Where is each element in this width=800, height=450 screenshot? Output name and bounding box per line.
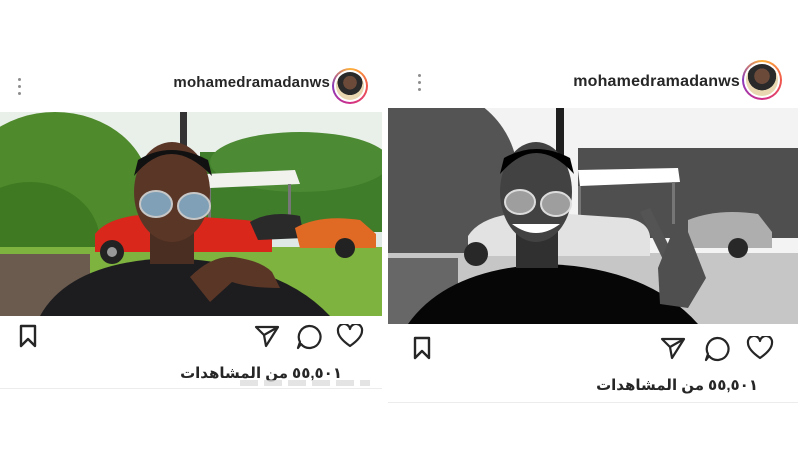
- post-divider: [0, 388, 382, 389]
- post-divider: [388, 402, 798, 403]
- post-photo[interactable]: [0, 112, 382, 316]
- profile-avatar[interactable]: [332, 68, 368, 104]
- comment-icon[interactable]: [704, 336, 730, 362]
- bookmark-icon[interactable]: [412, 336, 432, 360]
- more-vertical-icon[interactable]: [416, 74, 422, 94]
- views-count: ٥٥,٥٠١: [708, 377, 758, 394]
- more-vertical-icon[interactable]: [16, 78, 22, 98]
- avatar-photo: [746, 64, 778, 96]
- instagram-post-left: mohamedramadanws ٥٥,٥٠١من المشاهدات: [0, 0, 382, 392]
- avatar-photo: [336, 72, 364, 100]
- send-icon[interactable]: [254, 324, 280, 348]
- post-username[interactable]: mohamedramadanws: [573, 73, 740, 91]
- heart-icon[interactable]: [746, 336, 774, 360]
- post-photo[interactable]: [388, 108, 798, 324]
- post-header: mohamedramadanws: [0, 60, 382, 110]
- bookmark-icon[interactable]: [18, 324, 38, 348]
- caption-preview: [240, 380, 370, 386]
- post-actions: [388, 332, 798, 372]
- post-header: mohamedramadanws: [388, 60, 798, 110]
- views-label: من المشاهدات: [596, 377, 705, 394]
- post-actions: [0, 320, 382, 360]
- post-photo-image: [388, 108, 798, 324]
- profile-avatar[interactable]: [742, 60, 782, 100]
- comment-icon[interactable]: [296, 324, 322, 350]
- instagram-post-right: mohamedramadanws ٥٥,٥٠١من المشاهدات: [388, 0, 798, 405]
- post-photo-image: [0, 112, 382, 316]
- heart-icon[interactable]: [336, 324, 364, 348]
- send-icon[interactable]: [660, 336, 686, 360]
- views-count-line: ٥٥,٥٠١من المشاهدات: [596, 376, 758, 394]
- post-username[interactable]: mohamedramadanws: [173, 74, 330, 91]
